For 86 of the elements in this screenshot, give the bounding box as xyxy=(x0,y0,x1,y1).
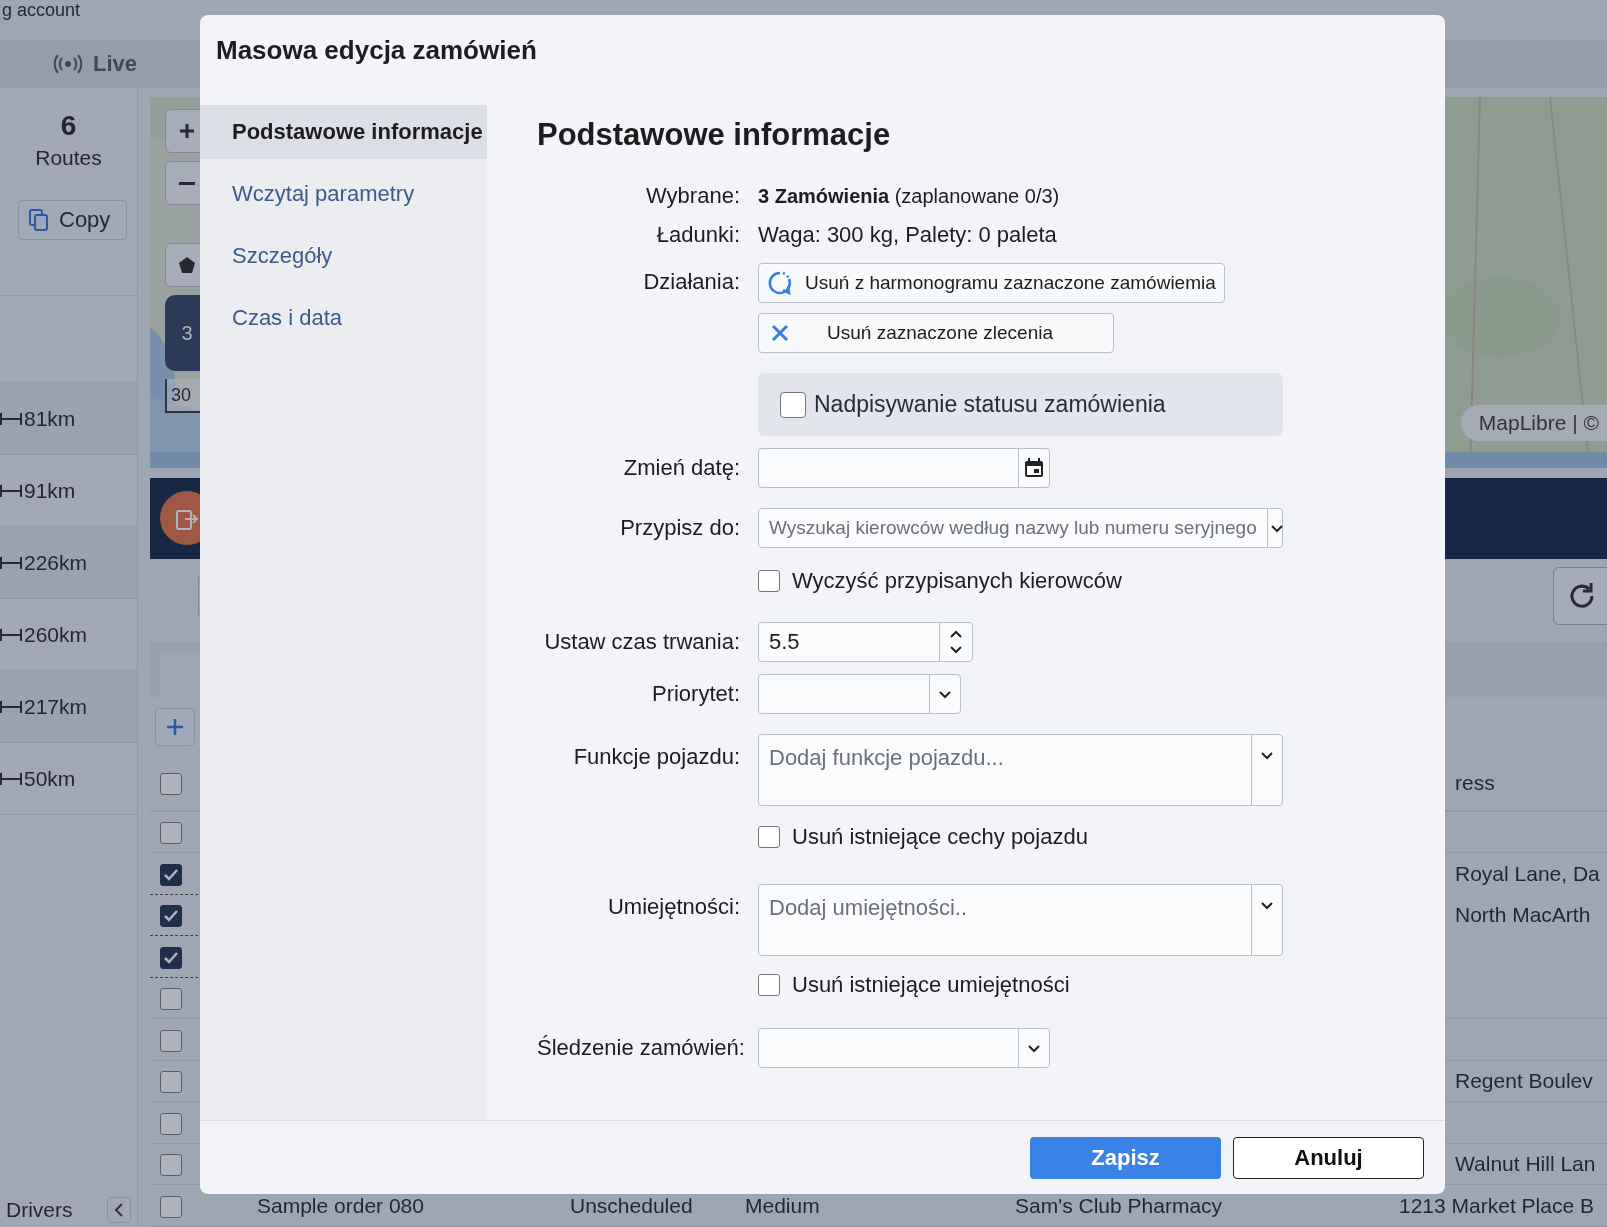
plus-icon xyxy=(178,122,196,140)
chevron-left-icon xyxy=(114,1203,124,1217)
distance-icon xyxy=(0,771,22,786)
checkbox[interactable] xyxy=(160,773,182,796)
routes-label: Routes xyxy=(34,146,103,170)
checkbox-label: Nadpisywanie statusu zamówienia xyxy=(814,391,1166,418)
section-heading: Podstawowe informacje xyxy=(537,117,892,153)
select-field[interactable]: Wyszukaj kierowców według nazwy lub numeru seryjnego xyxy=(758,508,1283,548)
field-label: Priorytet: xyxy=(650,681,740,707)
checkbox[interactable] xyxy=(758,826,780,848)
checkbox[interactable] xyxy=(758,974,780,996)
distance-icon xyxy=(0,699,22,714)
route-distance: 81km xyxy=(24,406,76,431)
checkbox[interactable] xyxy=(160,905,182,928)
field-label: Funkcje pojazdu: xyxy=(572,743,740,770)
checkbox[interactable] xyxy=(160,1112,182,1135)
route-distance: 217km xyxy=(24,694,88,719)
checkbox-label: Usuń istniejące umiejętności xyxy=(792,972,1070,998)
live-label[interactable]: Live xyxy=(93,51,137,77)
distance-icon xyxy=(0,627,22,642)
table-cell-text: Royal Lane, Da xyxy=(1454,861,1600,886)
route-distance: 50km xyxy=(24,766,76,791)
checkbox[interactable] xyxy=(160,988,182,1011)
sidebar-item[interactable]: Podstawowe informacje xyxy=(200,105,487,159)
collapse-button[interactable] xyxy=(107,1197,131,1223)
dialog-title: Masowa edycja zamówień xyxy=(215,33,538,67)
copy-icon xyxy=(29,209,49,231)
checkbox-label: Usuń istniejące cechy pojazdu xyxy=(792,824,1088,850)
table-cell-text: Sample order 080 xyxy=(256,1193,425,1218)
table-cell-text: Walnut Hill Lan xyxy=(1454,1152,1597,1177)
checkbox[interactable] xyxy=(780,391,806,418)
table-cell-text: North MacArth xyxy=(1454,903,1591,928)
checkbox[interactable] xyxy=(160,822,182,845)
field-label: Działania: xyxy=(642,268,740,296)
cancel-button[interactable]: Anuluj xyxy=(1233,1136,1424,1179)
route-distance: 260km xyxy=(24,622,88,647)
checkbox-label: Wyczyść przypisanych kierowców xyxy=(792,568,1122,594)
table-cell-text: 1213 Market Place B xyxy=(1399,1193,1595,1218)
sidebar-item[interactable]: Wczytaj parametry xyxy=(200,167,487,221)
broadcast-icon xyxy=(53,54,83,74)
checkbox[interactable] xyxy=(160,1154,182,1177)
pentagon-icon xyxy=(178,256,196,274)
field-label: Wybrane: xyxy=(645,183,740,209)
field-label: Ustaw czas trwania: xyxy=(543,629,740,655)
number-field[interactable]: 5.5 xyxy=(758,622,973,662)
add-button[interactable] xyxy=(155,707,195,746)
sidebar-item[interactable]: Szczegóły xyxy=(200,229,487,283)
checkbox[interactable] xyxy=(160,1195,182,1218)
map-attribution: MapLibre | © xyxy=(1460,405,1607,441)
calendar-icon xyxy=(1023,457,1045,479)
field-label: Zmień datę: xyxy=(622,455,740,481)
route-distance: 226km xyxy=(24,550,88,575)
table-cell-text: Unscheduled xyxy=(570,1193,694,1218)
multi-select-field[interactable]: Dodaj funkcje pojazdu... xyxy=(758,734,1283,806)
refresh-icon xyxy=(767,270,793,296)
distance-icon xyxy=(0,411,22,426)
route-count: 6 xyxy=(59,110,78,142)
route-distance: 91km xyxy=(24,478,76,503)
checkbox[interactable] xyxy=(160,1071,182,1094)
date-field[interactable] xyxy=(758,448,1050,488)
select-field[interactable] xyxy=(758,1028,1050,1068)
table-cell-text: Medium xyxy=(745,1193,821,1218)
action-button[interactable]: Usuń z harmonogramu zaznaczone zamówiemia xyxy=(758,263,1225,303)
table-cell-text: Regent Boulev xyxy=(1454,1069,1594,1094)
checkbox[interactable] xyxy=(160,863,182,886)
checkbox[interactable] xyxy=(758,570,780,592)
save-button[interactable]: Zapisz xyxy=(1030,1136,1221,1179)
checkbox[interactable] xyxy=(160,946,182,969)
field-value: 3 Zamówienia (zaplanowane 0/3) xyxy=(758,184,1060,208)
account-text: g account xyxy=(2,0,81,20)
plus-icon xyxy=(166,717,184,736)
drivers-label: Drivers xyxy=(6,1198,73,1222)
action-button[interactable]: Usuń zaznaczone zlecenia xyxy=(758,313,1114,353)
copy-button[interactable]: Copy xyxy=(18,200,127,240)
table-cell-text: Sam's Club Pharmacy xyxy=(1015,1193,1224,1218)
distance-icon xyxy=(0,555,22,570)
distance-icon xyxy=(0,483,22,498)
multi-select-field[interactable]: Dodaj umiejętności.. xyxy=(758,884,1283,956)
field-label: Przypisz do: xyxy=(619,515,740,541)
field-label: Ładunki: xyxy=(655,222,740,248)
checkbox[interactable] xyxy=(160,1029,182,1052)
refresh-button[interactable] xyxy=(1553,567,1607,626)
minus-icon xyxy=(179,181,195,185)
field-label: Umiejętności: xyxy=(606,893,740,920)
field-value: Waga: 300 kg, Palety: 0 paleta xyxy=(758,222,1057,248)
select-field[interactable] xyxy=(758,674,961,714)
